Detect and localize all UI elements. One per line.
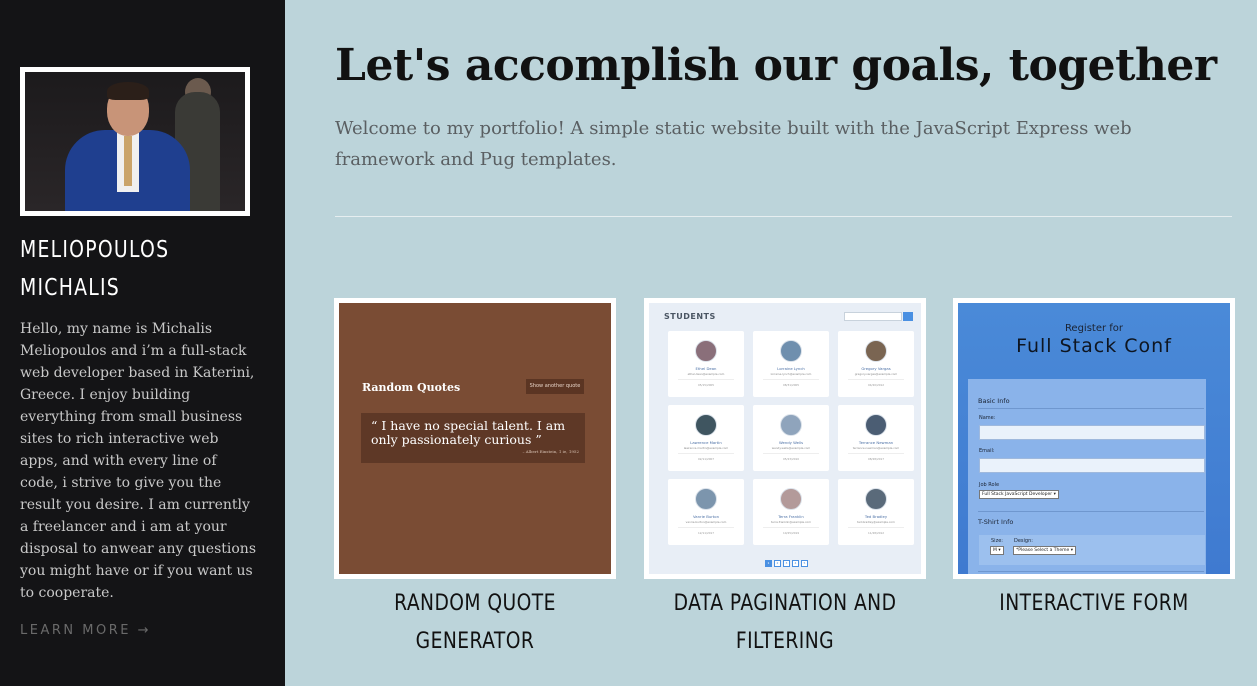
student-avatar — [780, 340, 802, 362]
quote-preview: Random Quotes Show another quote “ I hav… — [339, 303, 611, 574]
student-avatar — [865, 414, 887, 436]
preview-design-select: *Please Select a Theme ▾ — [1013, 546, 1077, 555]
preview-student-card: Lawrence Martin lawrence.martin@example.c… — [668, 405, 744, 471]
learn-more-link[interactable]: LEARN MORE → — [20, 623, 151, 638]
student-avatar — [865, 488, 887, 510]
student-email: vanrie.burton@example.com — [685, 520, 727, 524]
student-email: wendy.wells@example.com — [771, 446, 811, 450]
student-date: 05/15/2005 — [697, 383, 715, 387]
preview-student-card: Terrance Newman terrance.newman@example.c… — [838, 405, 914, 471]
preview-student-card: Ted Bradley ted.bradley@example.com 11/28/… — [838, 479, 914, 545]
student-name: Terrance Newman — [858, 440, 894, 445]
student-date: 10/25/2019 — [782, 531, 800, 535]
student-email: lorraine.lynch@example.com — [770, 372, 812, 376]
student-name: Vanrie Burton — [693, 514, 719, 519]
preview-name-label: Name: — [979, 415, 996, 421]
preview-subtitle: Register for — [1064, 323, 1124, 334]
profile-name: MELIOPOULOS MICHALIS — [20, 231, 217, 307]
preview-search-input — [844, 312, 902, 321]
preview-page-button: 3 — [783, 560, 790, 567]
preview-job-select: Full Stack JavaScript Developer ▾ — [979, 490, 1059, 499]
preview-basic-info: Basic Info — [978, 397, 1010, 405]
student-name: Terra Franklin — [778, 514, 804, 519]
intro-text: Welcome to my portfolio! A simple static… — [335, 118, 1132, 170]
students-preview: STUDENTS Ethel Dean ethel.dean@example.co… — [649, 303, 921, 574]
preview-form-panel: Basic Info Name: Email: Job Role Full St… — [968, 379, 1206, 574]
preview-page-button: 1 — [765, 560, 772, 567]
student-avatar — [695, 414, 717, 436]
profile-bio: Hello, my name is Michalis Meliopoulos a… — [20, 321, 257, 601]
preview-student-card: Gregory Vargas gregory.vargas@example.com… — [838, 331, 914, 397]
project-title[interactable]: INTERACTIVE FORM — [974, 585, 1214, 623]
preview-size-select: M ▾ — [990, 546, 1004, 555]
preview-student-card: Wendy Wells wendy.wells@example.com 05/23/… — [753, 405, 829, 471]
student-date: 11/28/2012 — [867, 531, 885, 535]
project-thumbnail[interactable]: Random Quotes Show another quote “ I hav… — [334, 298, 616, 579]
project-title[interactable]: DATA PAGINATION AND FILTERING — [665, 585, 905, 661]
student-date: 12/11/2017 — [697, 531, 715, 535]
preview-page-button: 5 — [801, 560, 808, 567]
preview-student-card: Lorraine Lynch lorraine.lynch@example.com… — [753, 331, 829, 397]
student-email: lawrence.martin@example.com — [683, 446, 729, 450]
preview-student-card: Terra Franklin terra.franklin@example.com… — [753, 479, 829, 545]
preview-student-card: Ethel Dean ethel.dean@example.com 05/15/20… — [668, 331, 744, 397]
student-avatar — [780, 414, 802, 436]
student-email: ethel.dean@example.com — [687, 372, 725, 376]
preview-search-button — [903, 312, 913, 321]
student-avatar — [780, 488, 802, 510]
student-name: Wendy Wells — [778, 440, 804, 445]
preview-tshirt-info: T-Shirt Info — [978, 518, 1014, 526]
project-thumbnail[interactable]: Register for Full Stack Conf Basic Info … — [953, 298, 1235, 579]
student-email: terrance.newman@example.com — [852, 446, 900, 450]
preview-title: Full Stack Conf — [1016, 335, 1172, 357]
student-email: terra.franklin@example.com — [771, 520, 811, 524]
preview-page-button: 4 — [792, 560, 799, 567]
preview-quote-box: “ I have no special talent. I am only pa… — [361, 413, 585, 463]
name-line-2: MICHALIS — [20, 275, 120, 301]
preview-tshirt-box: Size: Design: M ▾ *Please Select a Theme… — [979, 535, 1205, 565]
student-date: 08/31/2005 — [782, 383, 800, 387]
page-title: Let's accomplish our goals, together — [335, 40, 1217, 91]
preview-title: STUDENTS — [664, 312, 716, 321]
project-card-interactive-form[interactable]: Register for Full Stack Conf Basic Info … — [953, 298, 1235, 623]
form-preview: Register for Full Stack Conf Basic Info … — [958, 303, 1230, 574]
project-card-random-quote[interactable]: Random Quotes Show another quote “ I hav… — [334, 298, 616, 661]
student-name: Gregory Vargas — [861, 366, 891, 371]
student-name: Ted Bradley — [864, 514, 888, 519]
name-line-1: MELIOPOULOS — [20, 237, 170, 263]
student-name: Lorraine Lynch — [777, 366, 805, 371]
preview-button: Show another quote — [526, 379, 584, 394]
project-thumbnail[interactable]: STUDENTS Ethel Dean ethel.dean@example.co… — [644, 298, 926, 579]
student-avatar — [695, 488, 717, 510]
preview-job-label: Job Role — [979, 482, 1000, 488]
preview-title: Random Quotes — [362, 381, 461, 394]
student-email: ted.bradley@example.com — [857, 520, 895, 524]
student-avatar — [695, 340, 717, 362]
profile-photo — [25, 72, 245, 211]
sidebar: MELIOPOULOS MICHALIS Hello, my name is M… — [0, 0, 285, 686]
student-date: 05/23/2010 — [782, 457, 800, 461]
divider — [335, 216, 1232, 217]
project-card-data-pagination[interactable]: STUDENTS Ethel Dean ethel.dean@example.co… — [644, 298, 926, 661]
preview-student-card: Vanrie Burton vanrie.burton@example.com 12… — [668, 479, 744, 545]
preview-page-button: 2 — [774, 560, 781, 567]
preview-email-label: Email: — [979, 448, 995, 454]
project-title[interactable]: RANDOM QUOTE GENERATOR — [355, 585, 595, 661]
student-email: gregory.vargas@example.com — [854, 372, 898, 376]
student-date: 04/20/2012 — [867, 383, 885, 387]
preview-cite: – Albert Einstein, 1 ie, 1952 — [522, 449, 579, 454]
avatar — [20, 67, 250, 216]
student-date: 08/28/2017 — [867, 457, 885, 461]
student-avatar — [865, 340, 887, 362]
student-date: 02/11/2007 — [697, 457, 715, 461]
student-name: Lawrence Martin — [690, 440, 722, 445]
preview-email-field — [979, 458, 1205, 473]
preview-name-field — [979, 425, 1205, 440]
student-name: Ethel Dean — [695, 366, 717, 371]
